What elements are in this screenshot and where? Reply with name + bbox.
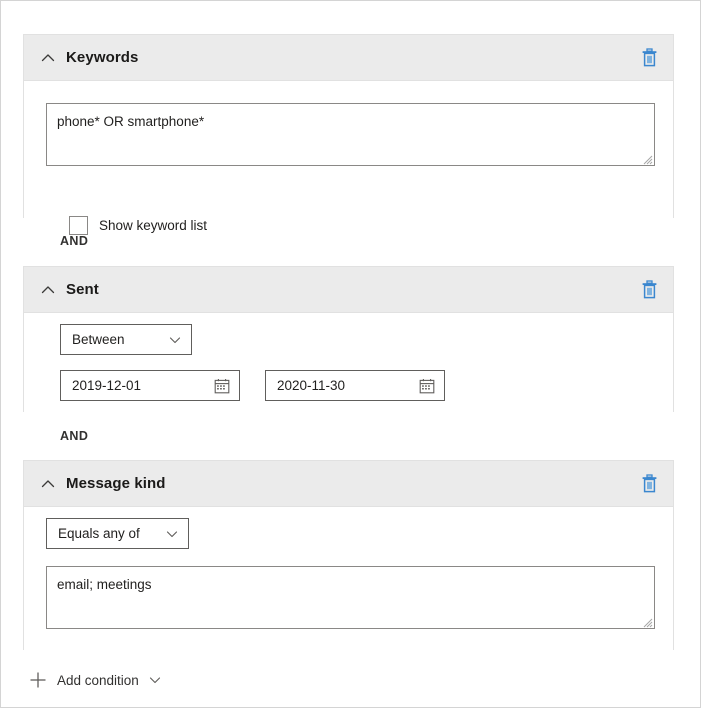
add-condition-button[interactable]: Add condition [29,671,162,689]
message-kind-operator-dropdown[interactable]: Equals any of [46,518,189,549]
chevron-up-icon[interactable] [38,280,58,300]
add-condition-label: Add condition [57,673,139,688]
sent-date-to-field[interactable]: 2020-11-30 [265,370,445,401]
keywords-textarea-wrap [46,103,655,166]
trash-icon[interactable] [635,44,663,72]
message-kind-textarea-wrap [46,566,655,629]
sent-operator-dropdown[interactable]: Between [60,324,192,355]
query-builder-panel: Keywords Show [0,0,701,708]
sent-date-to-value: 2020-11-30 [266,378,345,393]
trash-icon[interactable] [635,470,663,498]
chevron-down-icon[interactable] [165,527,179,541]
chevron-down-icon[interactable] [148,673,162,687]
show-keyword-list-checkbox[interactable] [69,216,88,235]
trash-icon[interactable] [635,276,663,304]
condition-header-message-kind[interactable]: Message kind [24,461,673,507]
condition-title: Sent [66,281,99,298]
chevron-down-icon[interactable] [168,333,182,347]
message-kind-operator-value: Equals any of [47,526,140,541]
condition-body-sent: Between 2019-12-01 [24,313,673,412]
chevron-up-icon[interactable] [38,474,58,494]
condition-title: Message kind [66,475,166,492]
message-kind-textarea[interactable] [46,566,655,629]
condition-header-keywords[interactable]: Keywords [24,35,673,81]
calendar-icon[interactable] [214,378,230,394]
condition-title: Keywords [66,49,139,66]
keywords-textarea[interactable] [46,103,655,166]
chevron-up-icon[interactable] [38,48,58,68]
sent-date-from-value: 2019-12-01 [61,378,141,393]
condition-card-sent: Sent Between 2019-12-01 [23,266,674,412]
sent-date-from-field[interactable]: 2019-12-01 [60,370,240,401]
show-keyword-list-row[interactable]: Show keyword list [69,216,207,235]
sent-operator-value: Between [61,332,125,347]
separator-and-2: AND [60,429,88,443]
condition-body-message-kind: Equals any of [24,507,673,650]
condition-header-sent[interactable]: Sent [24,267,673,313]
condition-card-keywords: Keywords Show [23,34,674,218]
plus-icon [29,671,47,689]
show-keyword-list-label: Show keyword list [99,218,207,233]
separator-and-1: AND [60,234,88,248]
calendar-icon[interactable] [419,378,435,394]
condition-card-message-kind: Message kind Equals any of [23,460,674,650]
condition-body-keywords: Show keyword list [24,81,673,218]
